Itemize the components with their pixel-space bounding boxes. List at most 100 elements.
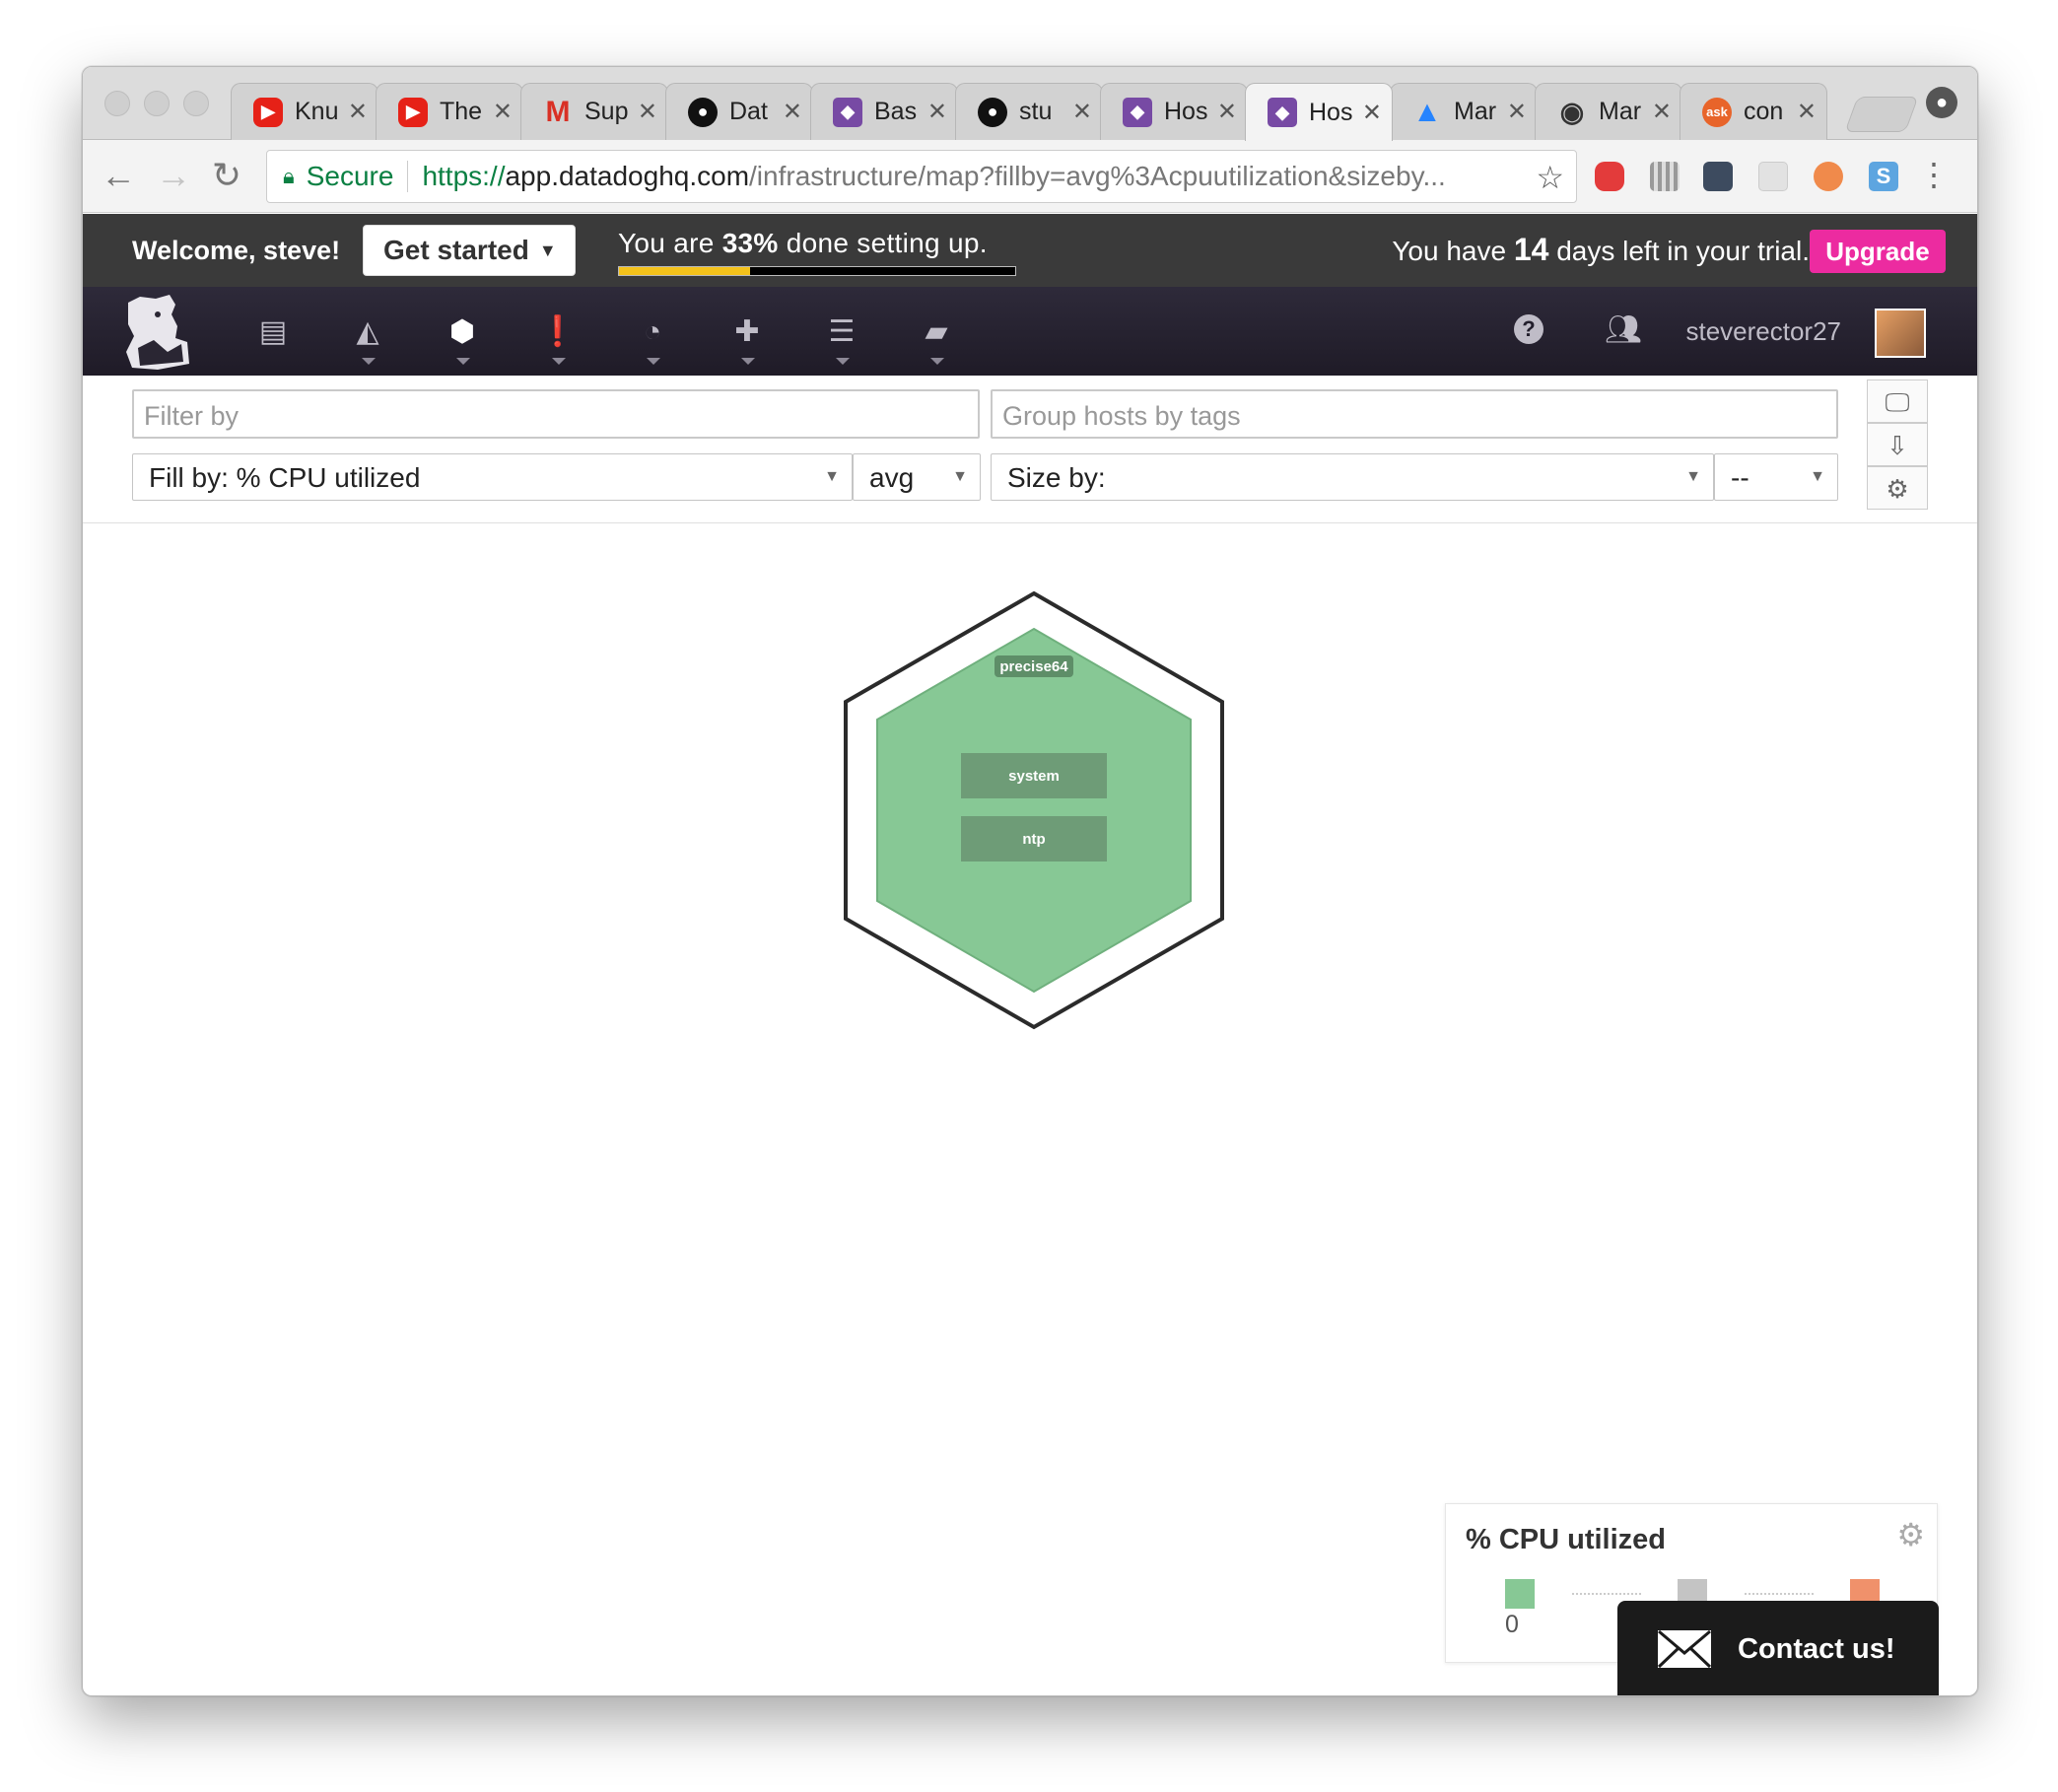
tv-mode-icon[interactable]: 🖵︎ (1867, 379, 1928, 423)
react-devtools-icon[interactable] (1703, 162, 1733, 191)
browser-tab[interactable]: ● Dat ✕ (665, 83, 813, 140)
browser-tab[interactable]: M Sup ✕ (520, 83, 668, 140)
youtube-icon: ▶ (398, 97, 428, 127)
filter-input[interactable]: Filter by (132, 389, 980, 439)
size-by-value: Size by: (1007, 462, 1106, 493)
host-map: precise64 system ntp (844, 590, 1224, 1030)
download-icon[interactable]: ⇩ (1867, 423, 1928, 466)
extension-icon[interactable] (1814, 162, 1843, 191)
dropdown-arrow-icon: ▼ (1810, 468, 1825, 485)
browser-tab[interactable]: ask con ✕ (1680, 83, 1827, 140)
team-icon[interactable]: 👥︎ (1605, 312, 1642, 347)
get-started-button[interactable]: Get started ▼ (363, 225, 576, 276)
events-icon[interactable]: ▤ (252, 312, 294, 354)
minimize-window-button[interactable] (144, 91, 170, 116)
atlassian-icon: ▲ (1412, 95, 1442, 128)
browser-tab[interactable]: ◆ Bas ✕ (810, 83, 958, 140)
close-tab-icon[interactable]: ✕ (1652, 98, 1672, 126)
close-tab-icon[interactable]: ✕ (927, 98, 947, 126)
datadog-logo[interactable] (118, 293, 193, 372)
notebooks-icon[interactable]: ▰ (916, 312, 957, 365)
extension-icon[interactable]: S (1869, 162, 1898, 191)
profile-icon[interactable]: ● (1926, 87, 1957, 118)
close-window-button[interactable] (104, 91, 130, 116)
close-tab-icon[interactable]: ✕ (1362, 99, 1382, 127)
eye-icon: ◉ (1559, 97, 1585, 127)
app-label-system: system (1008, 768, 1060, 785)
url-path: /infrastructure/map?fillby=avg%3Acpuutil… (749, 161, 1446, 191)
divider (407, 161, 409, 192)
setup-progress-text: You are 33% done setting up. (618, 228, 988, 258)
browser-tab[interactable]: ▶ The ✕ (376, 83, 523, 140)
dashboards-icon[interactable]: ◭ (347, 312, 388, 365)
legend-gradient-dots (1745, 1593, 1814, 1595)
datadog-icon: ◆ (833, 97, 862, 127)
close-tab-icon[interactable]: ✕ (348, 98, 368, 126)
trial-text: You have 14 days left in your trial. (1392, 232, 1810, 267)
contact-us-button[interactable]: Contact us! (1617, 1601, 1939, 1695)
caret-down-icon: ▼ (538, 240, 557, 260)
extension-icon[interactable] (1758, 162, 1788, 191)
extension-icon[interactable] (1650, 162, 1680, 191)
url-host: app.datadoghq.com (505, 161, 750, 191)
trial-days: 14 (1513, 232, 1549, 267)
browser-tab[interactable]: ◉ Mar ✕ (1535, 83, 1682, 140)
close-tab-icon[interactable]: ✕ (1507, 98, 1527, 126)
browser-tab[interactable]: ◆ Hos ✕ (1100, 83, 1248, 140)
zoom-window-button[interactable] (183, 91, 209, 116)
browser-tab[interactable]: ▲ Mar ✕ (1390, 83, 1538, 140)
close-tab-icon[interactable]: ✕ (1217, 98, 1237, 126)
extension-icon[interactable] (1595, 162, 1624, 191)
monitors-icon[interactable]: ❗ (537, 312, 579, 365)
browser-tab[interactable]: ▶ Knu ✕ (231, 83, 378, 140)
close-tab-icon[interactable]: ✕ (493, 98, 513, 126)
browser-menu-icon[interactable]: ⋮ (1918, 156, 1950, 193)
back-icon[interactable]: ← (97, 154, 140, 197)
browser-window: ▶ Knu ✕ ▶ The ✕ M Sup ✕ ● Dat ✕ ◆ Bas ✕ … (82, 66, 1978, 1696)
host-name-label: precise64 (999, 658, 1068, 675)
new-tab-button[interactable] (1844, 97, 1919, 132)
help-icon[interactable]: ? (1514, 314, 1544, 344)
fill-by-select[interactable]: Fill by: % CPU utilized ▼ (132, 453, 853, 501)
avatar[interactable] (1875, 309, 1926, 358)
size-by-select[interactable]: Size by: ▼ (991, 453, 1714, 501)
forward-icon[interactable]: → (152, 154, 195, 197)
contact-us-label: Contact us! (1738, 1632, 1895, 1665)
upgrade-button[interactable]: Upgrade (1810, 230, 1946, 273)
fill-agg-select[interactable]: avg ▼ (853, 453, 981, 501)
browser-tab-active[interactable]: ◆ Hos ✕ (1245, 83, 1393, 141)
envelope-icon (1657, 1629, 1712, 1669)
legend-settings-gear-icon[interactable]: ⚙ (1896, 1516, 1925, 1553)
infrastructure-icon[interactable]: ⬢ (442, 312, 483, 365)
browser-toolbar: ← → ↻ 🔒︎ Secure https:// app.datadoghq.c… (83, 140, 1977, 213)
browser-tab[interactable]: ● stu ✕ (955, 83, 1103, 140)
logs-icon[interactable]: ☰ (821, 312, 862, 365)
integrations-icon[interactable]: ✚ (726, 312, 768, 365)
app-label-ntp: ntp (1022, 831, 1045, 848)
legend-title: % CPU utilized (1466, 1524, 1667, 1555)
group-by-tags-input[interactable]: Group hosts by tags (991, 389, 1838, 439)
apm-icon[interactable]: ◔ (632, 312, 673, 365)
close-tab-icon[interactable]: ✕ (783, 98, 802, 126)
bookmark-star-icon[interactable]: ☆ (1536, 159, 1564, 196)
hostmap-controls: Filter by Group hosts by tags Fill by: %… (83, 376, 1977, 523)
legend-min-label: 0 (1505, 1611, 1519, 1638)
setup-progress-fill (619, 267, 750, 275)
progress-percent: 33% (721, 228, 779, 258)
close-tab-icon[interactable]: ✕ (1797, 98, 1817, 126)
username[interactable]: steverector27 (1685, 316, 1841, 347)
size-agg-select[interactable]: -- ▼ (1714, 453, 1838, 501)
datadog-icon: ◆ (1123, 97, 1152, 127)
close-tab-icon[interactable]: ✕ (638, 98, 657, 126)
tab-strip: ▶ Knu ✕ ▶ The ✕ M Sup ✕ ● Dat ✕ ◆ Bas ✕ … (83, 67, 1977, 141)
datadog-icon: ◆ (1268, 98, 1297, 127)
close-tab-icon[interactable]: ✕ (1072, 98, 1092, 126)
secure-label: Secure (306, 161, 394, 191)
url-scheme: https:// (422, 161, 506, 191)
get-started-label: Get started (383, 235, 529, 265)
lock-icon: 🔒︎ (283, 164, 295, 188)
reload-icon[interactable]: ↻ (205, 154, 248, 197)
address-bar[interactable]: 🔒︎ Secure https:// app.datadoghq.com /in… (266, 150, 1577, 203)
welcome-text: Welcome, steve! (132, 236, 341, 265)
settings-gear-icon[interactable]: ⚙ (1867, 466, 1928, 510)
